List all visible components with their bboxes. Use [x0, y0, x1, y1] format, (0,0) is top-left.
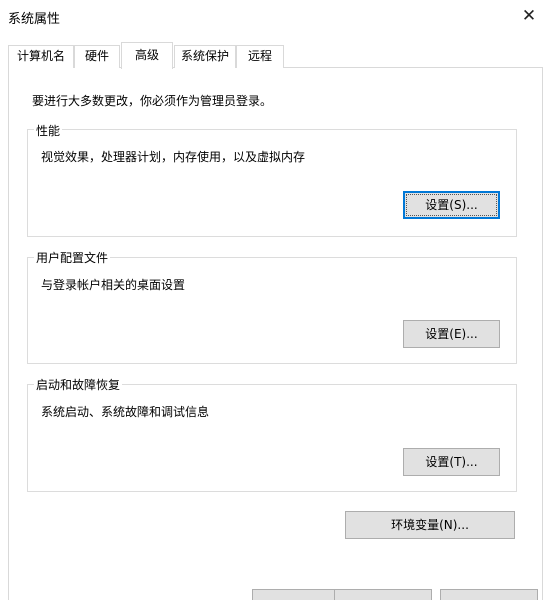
- tab-computer-name[interactable]: 计算机名: [8, 45, 74, 68]
- tab-system-protection[interactable]: 系统保护: [174, 45, 236, 68]
- group-performance-label: 性能: [34, 122, 63, 139]
- window-title: 系统属性: [8, 12, 61, 27]
- group-user-profiles-label: 用户配置文件: [34, 249, 111, 266]
- environment-variables-button[interactable]: 环境变量(N)...: [345, 511, 515, 539]
- user-profiles-settings-button[interactable]: 设置(E)...: [403, 320, 500, 348]
- group-performance-description: 视觉效果，处理器计划，内存使用，以及虚拟内存: [41, 150, 306, 164]
- group-startup-recovery-description: 系统启动、系统故障和调试信息: [41, 405, 210, 419]
- tab-advanced[interactable]: 高级: [121, 42, 173, 69]
- close-icon[interactable]: ✕: [519, 6, 539, 26]
- apply-button[interactable]: [440, 589, 538, 600]
- title-bar: 系统属性 ✕: [0, 0, 551, 34]
- startup-recovery-settings-button[interactable]: 设置(T)...: [403, 448, 500, 476]
- cancel-button[interactable]: [334, 589, 432, 600]
- admin-note: 要进行大多数更改，你必须作为管理员登录。: [32, 94, 273, 108]
- performance-settings-button[interactable]: 设置(S)...: [403, 191, 500, 219]
- group-performance: [27, 129, 517, 237]
- tab-remote[interactable]: 远程: [236, 45, 284, 68]
- tab-hardware[interactable]: 硬件: [74, 45, 120, 68]
- group-startup-recovery-label: 启动和故障恢复: [34, 376, 123, 393]
- group-user-profiles-description: 与登录帐户相关的桌面设置: [41, 278, 186, 292]
